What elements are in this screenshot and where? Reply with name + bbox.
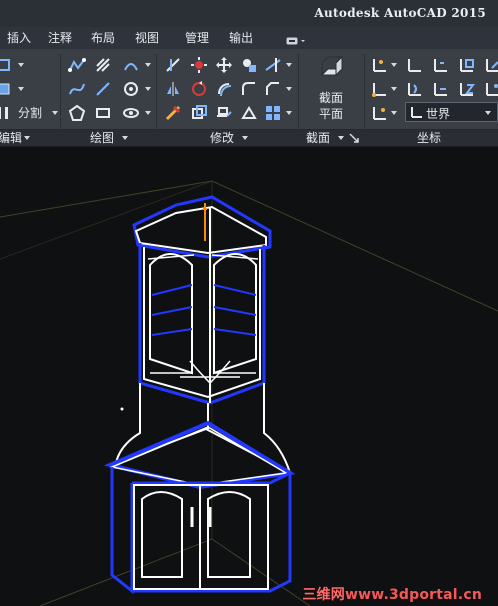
app-title: Autodesk AutoCAD 2015 bbox=[314, 6, 486, 20]
move-icon[interactable] bbox=[215, 56, 233, 74]
circle-icon[interactable] bbox=[122, 80, 140, 98]
mirror-icon[interactable] bbox=[164, 80, 182, 98]
3d-move-icon[interactable] bbox=[240, 56, 258, 74]
edit-tool-2-dropdown-icon[interactable] bbox=[18, 87, 24, 91]
ribbon-separator bbox=[364, 54, 365, 142]
ucs-icon[interactable] bbox=[371, 56, 389, 74]
edit-tool-2-icon[interactable] bbox=[0, 80, 12, 98]
stretch-icon[interactable] bbox=[215, 104, 233, 122]
tab-manage[interactable]: 管理 bbox=[185, 29, 209, 47]
edit-tool-1-dropdown-icon[interactable] bbox=[18, 63, 24, 67]
line-icon[interactable] bbox=[94, 80, 112, 98]
ribbon-separator bbox=[60, 54, 61, 142]
ucs-dropdown-icon[interactable] bbox=[391, 63, 397, 67]
chamfer-icon[interactable] bbox=[264, 80, 282, 98]
ucs-select-icon bbox=[409, 104, 425, 120]
erase-icon[interactable] bbox=[164, 104, 182, 122]
view-icon[interactable] bbox=[122, 104, 140, 122]
ucs-z-icon[interactable] bbox=[458, 80, 476, 98]
split-button[interactable]: 分割 bbox=[18, 104, 42, 121]
section-plane-label-line2[interactable]: 平面 bbox=[319, 105, 343, 122]
offset-icon[interactable] bbox=[215, 80, 233, 98]
section-plane-icon[interactable] bbox=[318, 55, 346, 83]
spline-icon[interactable] bbox=[68, 80, 86, 98]
edit-tool-1-icon[interactable] bbox=[0, 56, 12, 74]
hatch-icon[interactable] bbox=[94, 56, 112, 74]
group-label-draw: 绘图 bbox=[90, 131, 115, 145]
ucs-object-icon[interactable] bbox=[484, 56, 498, 74]
modify-row1-dropdown-icon[interactable] bbox=[286, 63, 292, 67]
tab-insert[interactable]: 插入 bbox=[7, 29, 31, 47]
ucs-named-icon[interactable] bbox=[371, 104, 389, 122]
rotate-icon[interactable] bbox=[190, 80, 208, 98]
ucs-3point-icon[interactable] bbox=[484, 80, 498, 98]
ucs-face-icon[interactable] bbox=[458, 56, 476, 74]
watermark-site: www.3dportal.cn bbox=[344, 587, 482, 603]
tab-output[interactable]: 输出 bbox=[229, 29, 253, 47]
ucs-y-icon[interactable] bbox=[432, 80, 450, 98]
ucs-x-icon[interactable] bbox=[406, 80, 424, 98]
group-label-section: 截面 bbox=[306, 131, 331, 145]
circle-dropdown-icon[interactable] bbox=[145, 87, 151, 91]
section-plane-label-line1[interactable]: 截面 bbox=[319, 89, 343, 106]
tab-extension-dropdown[interactable] bbox=[285, 32, 309, 46]
view-dropdown-icon[interactable] bbox=[145, 111, 151, 115]
tab-layout[interactable]: 布局 bbox=[91, 29, 115, 47]
extend-icon[interactable] bbox=[264, 56, 282, 74]
section-settings-icon[interactable] bbox=[348, 132, 360, 144]
group-edit-chevron-icon[interactable] bbox=[24, 136, 30, 140]
3d-align-icon[interactable] bbox=[240, 104, 258, 122]
arc-dropdown-icon[interactable] bbox=[145, 63, 151, 67]
ucs-world-icon[interactable] bbox=[406, 56, 424, 74]
rectangle-icon[interactable] bbox=[94, 104, 112, 122]
title-bar: Autodesk AutoCAD 2015 bbox=[0, 0, 498, 28]
ucs-origin-icon[interactable] bbox=[371, 80, 389, 98]
polygon-icon[interactable] bbox=[68, 104, 86, 122]
extension-dropdown-icon bbox=[285, 36, 305, 46]
ucs-select-chevron-icon bbox=[485, 111, 491, 115]
split-icon[interactable] bbox=[0, 104, 12, 122]
ribbon-group-labels: 编辑 绘图 修改 截面 坐标 bbox=[0, 129, 498, 146]
fillet-icon[interactable] bbox=[240, 80, 258, 98]
trim-icon[interactable] bbox=[164, 56, 182, 74]
ucs-previous-icon[interactable] bbox=[432, 56, 450, 74]
modify-row2-dropdown-icon[interactable] bbox=[286, 87, 292, 91]
modify-row3-dropdown-icon[interactable] bbox=[286, 111, 292, 115]
ribbon-separator bbox=[298, 54, 299, 142]
ucs-named-dropdown-icon[interactable] bbox=[391, 111, 397, 115]
group-label-coordinates: 坐标 bbox=[417, 131, 442, 145]
drawing-viewport[interactable]: 三维网www.3dportal.cn bbox=[0, 146, 498, 606]
ribbon-tabs: 插入 注释 布局 视图 管理 输出 bbox=[0, 27, 498, 49]
explode-icon[interactable] bbox=[190, 56, 208, 74]
group-section-chevron-icon[interactable] bbox=[338, 136, 344, 140]
ucs-world-select[interactable]: 世界 bbox=[405, 102, 498, 122]
group-modify-chevron-icon[interactable] bbox=[242, 136, 248, 140]
ribbon-separator bbox=[156, 54, 157, 142]
tab-view[interactable]: 视图 bbox=[135, 29, 159, 47]
polyline-icon[interactable] bbox=[68, 56, 86, 74]
tab-annotate[interactable]: 注释 bbox=[48, 29, 72, 47]
watermark-cjk: 三维网 bbox=[302, 587, 345, 603]
watermark: 三维网www.3dportal.cn bbox=[302, 584, 482, 604]
split-dropdown-icon[interactable] bbox=[52, 111, 58, 115]
ucs-origin-dropdown-icon[interactable] bbox=[391, 87, 397, 91]
ucs-world-value: 世界 bbox=[426, 107, 451, 121]
copy-icon[interactable] bbox=[190, 104, 208, 122]
group-label-edit: 编辑 bbox=[0, 131, 23, 145]
group-draw-chevron-icon[interactable] bbox=[122, 136, 128, 140]
group-label-modify: 修改 bbox=[210, 131, 235, 145]
array-icon[interactable] bbox=[264, 104, 282, 122]
viewport-canvas bbox=[0, 180, 498, 606]
arc-icon[interactable] bbox=[122, 56, 140, 74]
